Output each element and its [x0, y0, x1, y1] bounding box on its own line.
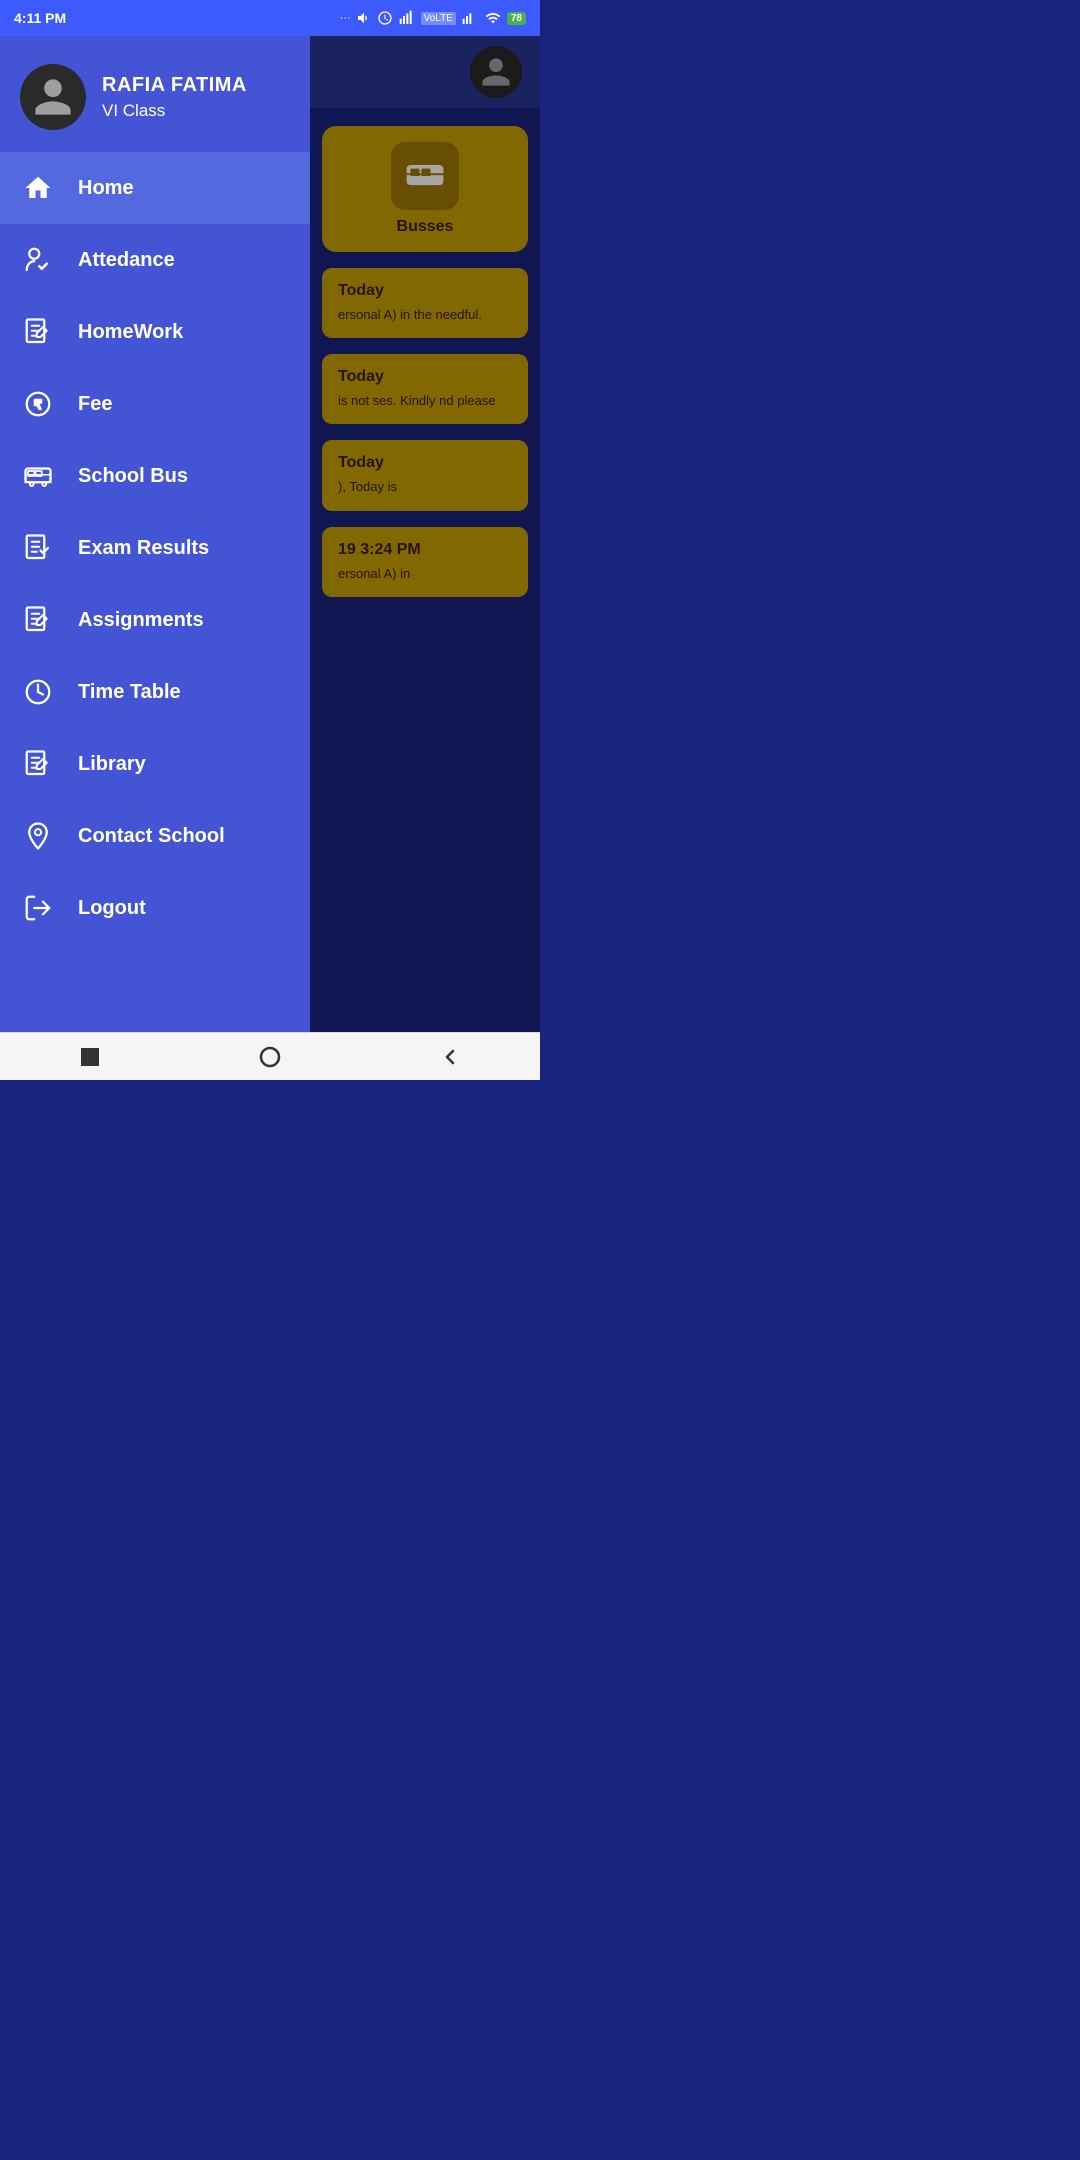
- status-bar: 4:11 PM ··· VoLTE 78: [0, 0, 540, 36]
- bottom-back-button[interactable]: [432, 1039, 468, 1075]
- sidebar-item-assignments[interactable]: Assignments: [0, 584, 310, 656]
- circle-icon: [258, 1045, 282, 1069]
- square-icon: [78, 1045, 102, 1069]
- drawer-scrim[interactable]: [310, 36, 540, 1032]
- nav-list: Home Attedance: [0, 152, 310, 1032]
- library-icon: [20, 746, 56, 782]
- time-table-icon: [20, 674, 56, 710]
- sidebar-item-time-table[interactable]: Time Table: [0, 656, 310, 728]
- svg-text:₹: ₹: [34, 398, 42, 412]
- bottom-home-button[interactable]: [252, 1039, 288, 1075]
- sidebar-item-logout[interactable]: Logout: [0, 872, 310, 944]
- person-icon: [31, 75, 75, 119]
- sidebar-item-assignments-label: Assignments: [78, 609, 204, 632]
- sidebar-item-school-bus[interactable]: School Bus: [0, 440, 310, 512]
- signal-icon: [398, 10, 416, 26]
- sidebar-item-contact-school[interactable]: Contact School: [0, 800, 310, 872]
- sidebar-item-attendance[interactable]: Attedance: [0, 224, 310, 296]
- main-content: Busses Today ersonal A) in the needful. …: [310, 36, 540, 1032]
- sidebar-header: RAFIA FATIMA VI Class: [0, 36, 310, 152]
- sidebar-item-school-bus-label: School Bus: [78, 465, 188, 488]
- fee-icon: ₹: [20, 386, 56, 422]
- sidebar-item-exam-results[interactable]: Exam Results: [0, 512, 310, 584]
- volte-badge: VoLTE: [421, 12, 456, 25]
- signal2-icon: [461, 10, 479, 26]
- logout-icon: [20, 890, 56, 926]
- back-icon: [438, 1045, 462, 1069]
- school-bus-icon: [20, 458, 56, 494]
- sidebar-item-time-table-label: Time Table: [78, 681, 181, 704]
- avatar: [20, 64, 86, 130]
- app-container: RAFIA FATIMA VI Class Home: [0, 36, 540, 1032]
- status-icons: ··· VoLTE 78: [340, 10, 526, 26]
- sidebar-item-homework-label: HomeWork: [78, 321, 183, 344]
- alarm-icon: [377, 10, 393, 26]
- sidebar-item-home[interactable]: Home: [0, 152, 310, 224]
- user-name: RAFIA FATIMA: [102, 74, 247, 97]
- sidebar-item-logout-label: Logout: [78, 897, 146, 920]
- mute-icon: [356, 10, 372, 26]
- battery-indicator: 78: [507, 12, 526, 25]
- sidebar-item-library-label: Library: [78, 753, 146, 776]
- wifi-icon: [484, 10, 502, 26]
- sidebar-item-attendance-label: Attedance: [78, 249, 175, 272]
- user-class: VI Class: [102, 101, 247, 121]
- sidebar-item-fee[interactable]: ₹ Fee: [0, 368, 310, 440]
- sidebar: RAFIA FATIMA VI Class Home: [0, 36, 310, 1032]
- assignments-icon: [20, 602, 56, 638]
- sidebar-item-home-label: Home: [78, 177, 134, 200]
- sidebar-item-library[interactable]: Library: [0, 728, 310, 800]
- signal-dots-icon: ···: [340, 12, 351, 24]
- sidebar-item-exam-results-label: Exam Results: [78, 537, 209, 560]
- sidebar-item-fee-label: Fee: [78, 393, 112, 416]
- user-info: RAFIA FATIMA VI Class: [102, 74, 247, 121]
- bottom-square-button[interactable]: [72, 1039, 108, 1075]
- homework-icon: [20, 314, 56, 350]
- exam-results-icon: [20, 530, 56, 566]
- sidebar-item-contact-school-label: Contact School: [78, 825, 225, 848]
- contact-school-icon: [20, 818, 56, 854]
- sidebar-item-homework[interactable]: HomeWork: [0, 296, 310, 368]
- attendance-icon: [20, 242, 56, 278]
- status-time: 4:11 PM: [14, 10, 66, 26]
- bottom-nav: [0, 1032, 540, 1080]
- home-icon: [20, 170, 56, 206]
